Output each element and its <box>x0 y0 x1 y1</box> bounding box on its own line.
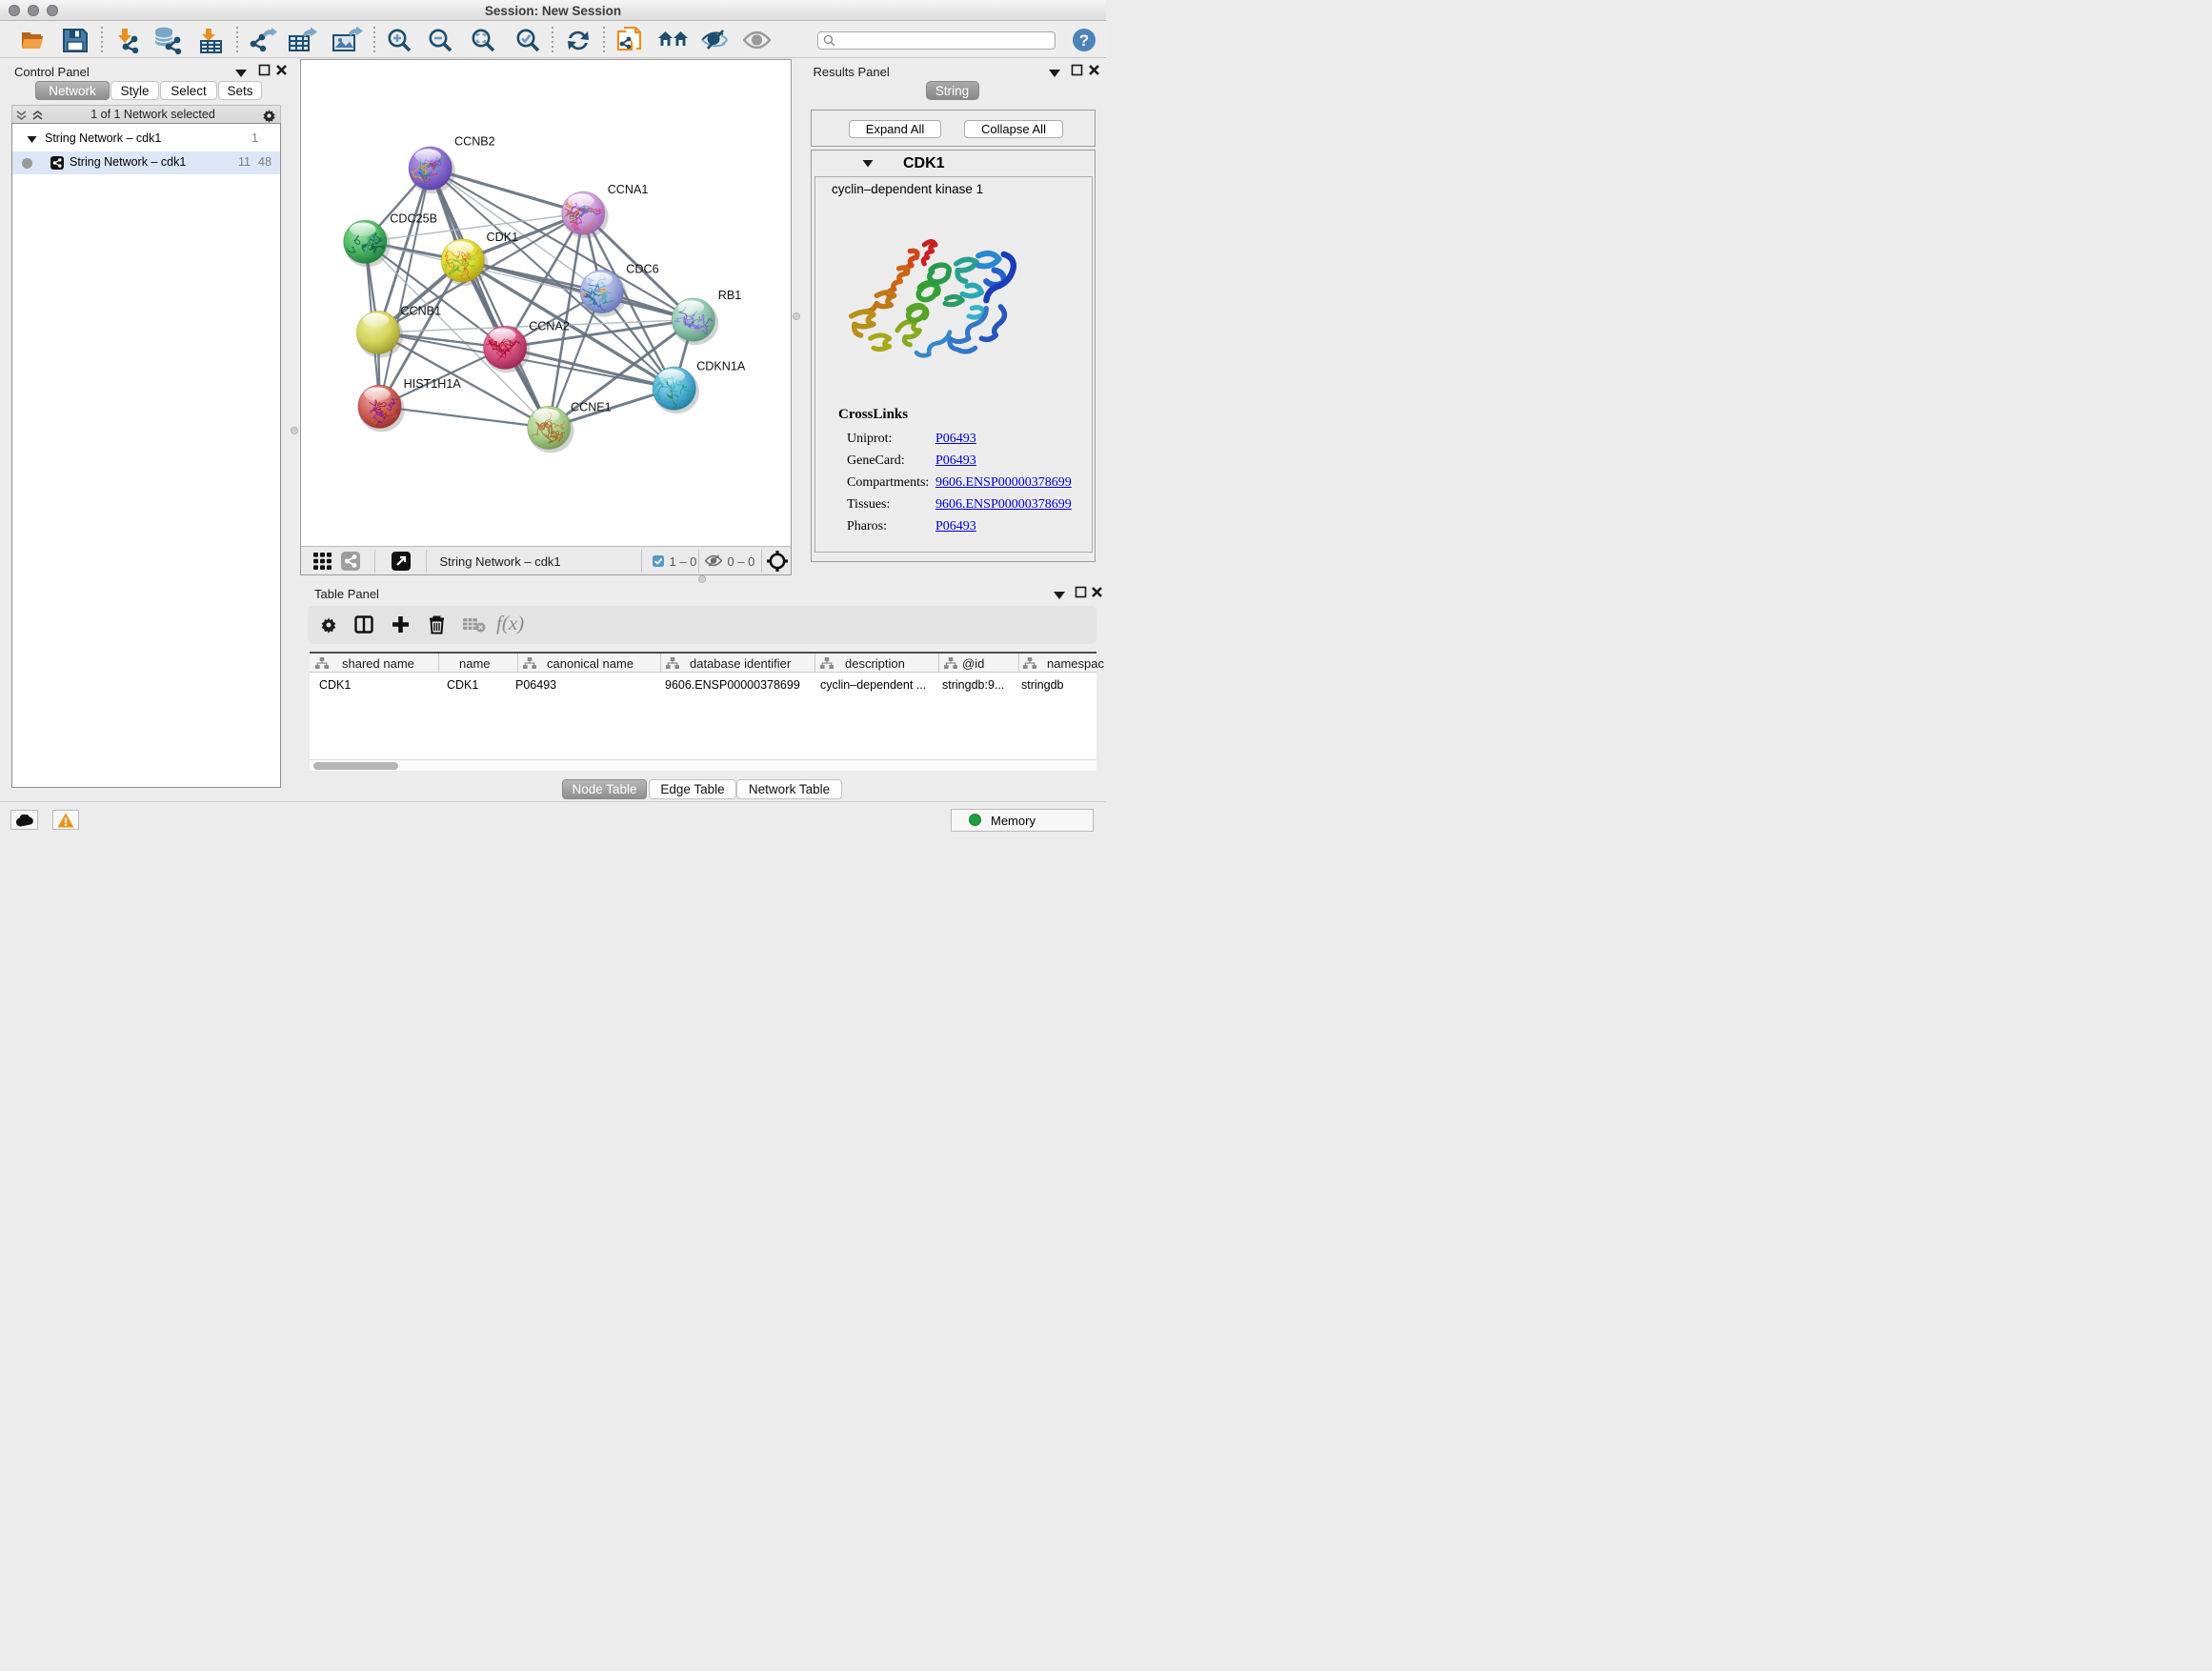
svg-text:CCNA2: CCNA2 <box>529 320 570 333</box>
svg-text:CDKN1A: CDKN1A <box>696 359 746 372</box>
svg-text:CCNA1: CCNA1 <box>607 183 648 196</box>
svg-text:CDC6: CDC6 <box>626 262 658 275</box>
svg-text:CDC25B: CDC25B <box>390 211 437 225</box>
svg-text:RB1: RB1 <box>717 289 741 302</box>
svg-text:?: ? <box>1079 31 1089 50</box>
svg-text:CCNB2: CCNB2 <box>454 135 495 149</box>
svg-text:CCNB1: CCNB1 <box>400 305 441 318</box>
svg-text:CCNE1: CCNE1 <box>571 400 612 413</box>
svg-text:CDK1: CDK1 <box>486 231 518 244</box>
svg-text:HIST1H1A: HIST1H1A <box>403 377 461 391</box>
